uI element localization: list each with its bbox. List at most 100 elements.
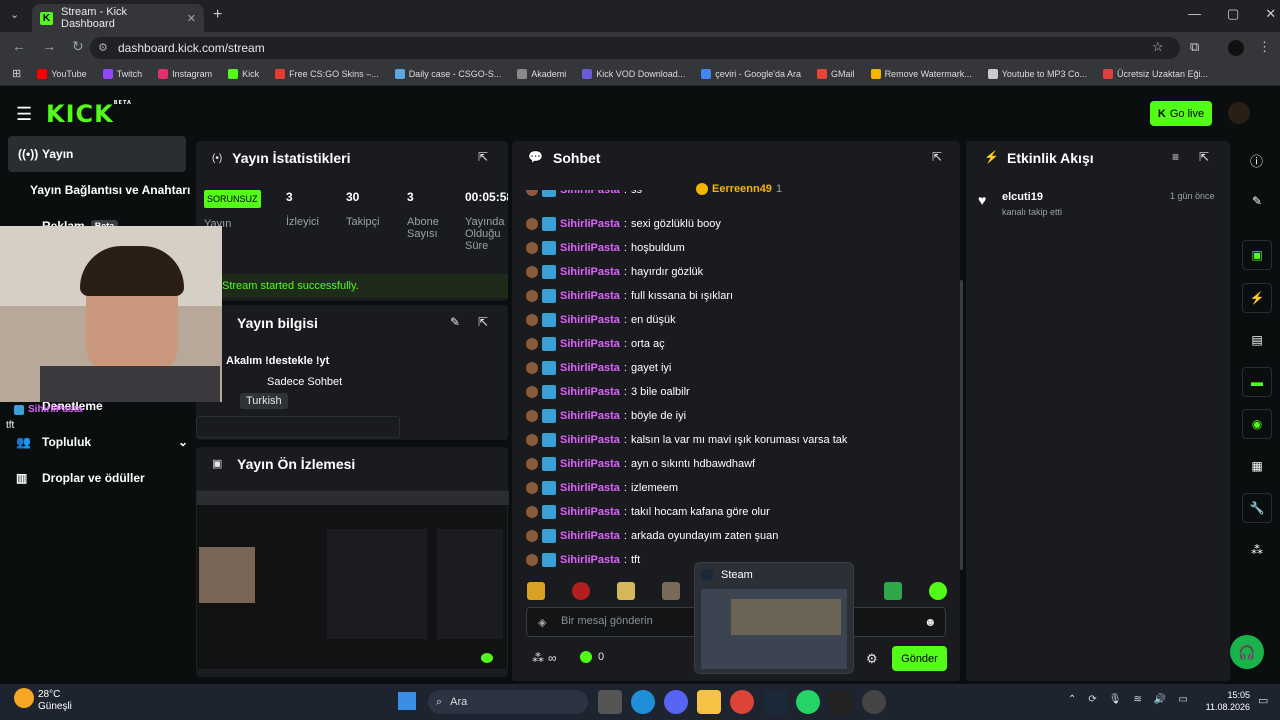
clock[interactable]: 15:05 11.08.2026 bbox=[1202, 689, 1250, 713]
infinity-icon[interactable]: ∞ bbox=[548, 651, 557, 665]
browser-tab[interactable]: K Stream - Kick Dashboard ✕ bbox=[32, 4, 204, 32]
chat-username[interactable]: SihirliPasta bbox=[560, 410, 620, 422]
chat-username[interactable]: SihirliPasta bbox=[560, 362, 620, 374]
pencil-icon[interactable]: ✎ bbox=[1242, 186, 1272, 216]
chevron-up-icon[interactable]: ⌃ bbox=[1068, 694, 1076, 705]
chat-username[interactable]: SihirliPasta bbox=[560, 242, 620, 254]
send-button[interactable]: Gönder bbox=[892, 646, 947, 671]
epic-icon[interactable] bbox=[829, 690, 853, 714]
site-info-icon[interactable]: ⚙ bbox=[98, 41, 108, 54]
activity-popout-icon[interactable]: ⇱ bbox=[1199, 150, 1209, 164]
chrome-icon[interactable] bbox=[730, 690, 754, 714]
user-avatar[interactable] bbox=[1228, 102, 1250, 124]
bookmark-item[interactable]: Akademi bbox=[517, 68, 566, 79]
broadcast-rail-icon[interactable]: ◉ bbox=[1242, 409, 1272, 439]
steam-taskbar-icon[interactable] bbox=[763, 690, 787, 714]
info-icon[interactable]: ⓘ bbox=[1250, 151, 1263, 170]
new-tab-icon[interactable]: + bbox=[213, 6, 222, 24]
chat-username[interactable]: SihirliPasta bbox=[560, 530, 620, 542]
filter-icon[interactable]: ≡ bbox=[1172, 150, 1179, 164]
bookmark-item[interactable]: Instagram bbox=[158, 68, 212, 79]
activity-user[interactable]: elcuti19 bbox=[1002, 191, 1043, 203]
bolt-icon[interactable]: ⚡ bbox=[1242, 283, 1272, 313]
emote-icon[interactable] bbox=[884, 582, 902, 600]
close-tab-icon[interactable]: ✕ bbox=[187, 12, 196, 25]
chat-username[interactable]: SihirliPasta bbox=[560, 338, 620, 350]
task-view-icon[interactable] bbox=[598, 690, 622, 714]
steam-preview-popup[interactable]: Steam bbox=[694, 562, 854, 674]
maximize-icon[interactable]: ▢ bbox=[1227, 6, 1239, 22]
edge-icon[interactable] bbox=[631, 690, 655, 714]
chat-username[interactable]: SihirliPasta bbox=[560, 554, 620, 566]
document-icon[interactable]: ▤ bbox=[1242, 325, 1272, 355]
chat-bubble-icon[interactable]: ▬ bbox=[1242, 367, 1272, 397]
kick-logo[interactable]: KICKBETA bbox=[46, 100, 132, 128]
bookmark-item[interactable]: Daily case - CSGO-S... bbox=[394, 68, 501, 79]
back-icon[interactable]: ← bbox=[12, 38, 26, 55]
menu-dots-icon[interactable]: ⋮ bbox=[1258, 39, 1271, 55]
bookmark-item[interactable]: Kick VOD Download... bbox=[582, 68, 685, 79]
hamburger-menu-icon[interactable]: ☰ bbox=[16, 104, 32, 125]
mic-icon[interactable]: 🎙 bbox=[1109, 694, 1122, 705]
kick-points[interactable]: 0 bbox=[580, 651, 604, 663]
sidebar-item-droplar[interactable]: ▥ Droplar ve ödüller bbox=[8, 460, 186, 496]
chat-settings-icon[interactable]: ⚙ bbox=[866, 651, 878, 667]
profile-avatar[interactable] bbox=[1228, 40, 1244, 56]
bookmark-star-icon[interactable]: ☆ bbox=[1152, 39, 1164, 55]
bookmark-item[interactable]: YouTube bbox=[37, 68, 87, 79]
app-icon[interactable] bbox=[862, 690, 886, 714]
bookmark-item[interactable]: Kick bbox=[228, 68, 259, 79]
apps-grid-icon[interactable]: ⊞ bbox=[12, 67, 21, 80]
explorer-icon[interactable] bbox=[697, 690, 721, 714]
bookmark-item[interactable]: Twitch bbox=[102, 68, 142, 79]
edit-icon[interactable]: ✎ bbox=[450, 315, 460, 329]
chat-username[interactable]: SihirliPasta bbox=[560, 482, 620, 494]
window-close-icon[interactable]: ✕ bbox=[1265, 6, 1276, 22]
layout-icon[interactable]: ▦ bbox=[1242, 451, 1272, 481]
extensions-icon[interactable]: ⧉ bbox=[1190, 39, 1199, 55]
chat-scrollbar[interactable] bbox=[960, 280, 963, 570]
taskbar-search[interactable]: ⌕ Ara bbox=[428, 690, 588, 714]
bookmark-item[interactable]: Ücretsiz Uzaktan Eği... bbox=[1102, 68, 1208, 79]
wrench-icon[interactable]: 🔧 bbox=[1242, 493, 1272, 523]
minimize-icon[interactable]: — bbox=[1188, 6, 1201, 22]
chat-username[interactable]: SihirliPasta bbox=[560, 386, 620, 398]
chat-username[interactable]: SihirliPasta bbox=[560, 434, 620, 446]
info-popout-icon[interactable]: ⇱ bbox=[478, 315, 488, 329]
sidebar-item-stream-key[interactable]: Yayın Bağlantısı ve Anahtarı bbox=[8, 172, 198, 208]
notification-icon[interactable]: ▭ bbox=[1258, 694, 1268, 707]
volume-icon[interactable]: 🔊 bbox=[1154, 694, 1166, 705]
chat-username[interactable]: SihirliPasta bbox=[560, 290, 620, 302]
bookmark-item[interactable]: GMail bbox=[817, 68, 855, 79]
bookmark-item[interactable]: Youtube to MP3 Co... bbox=[987, 68, 1087, 79]
popout-icon[interactable]: ⇱ bbox=[478, 150, 488, 164]
emoji-icon[interactable]: ☻ bbox=[924, 615, 937, 629]
tab-list-icon[interactable]: ⌄ bbox=[10, 8, 19, 21]
sidebar-item-yayin[interactable]: ((•)) Yayın bbox=[8, 136, 186, 172]
chat-username[interactable]: SihirliPasta bbox=[560, 266, 620, 278]
chat-popout-icon[interactable]: ⇱ bbox=[932, 150, 942, 164]
users-icon[interactable]: ⁂ bbox=[532, 651, 544, 665]
bookmark-item[interactable]: çeviri - Google'da Ara bbox=[701, 68, 801, 79]
discord-icon[interactable] bbox=[664, 690, 688, 714]
whatsapp-icon[interactable] bbox=[796, 690, 820, 714]
address-bar[interactable]: dashboard.kick.com/stream bbox=[90, 37, 1180, 59]
chat-username[interactable]: SihirliPasta bbox=[560, 314, 620, 326]
support-headset-icon[interactable]: 🎧 bbox=[1230, 635, 1264, 669]
windows-start-icon[interactable] bbox=[398, 692, 416, 710]
weather-widget[interactable]: 28°C Güneşli bbox=[38, 689, 72, 713]
sidebar-item-topluluk[interactable]: 👥 Topluluk ⌄ bbox=[8, 424, 188, 460]
wifi-icon[interactable]: ≋ bbox=[1133, 694, 1141, 705]
stream-preview-video[interactable] bbox=[196, 490, 509, 670]
screen-icon[interactable]: ▣ bbox=[1242, 240, 1272, 270]
battery-icon[interactable]: ▭ bbox=[1178, 694, 1187, 705]
go-live-button[interactable]: K Go live bbox=[1150, 101, 1212, 126]
forward-icon[interactable]: → bbox=[42, 38, 56, 55]
reload-icon[interactable]: ↻ bbox=[72, 38, 84, 55]
emote-icon[interactable] bbox=[929, 582, 947, 600]
sync-icon[interactable]: ⟳ bbox=[1088, 694, 1096, 705]
chat-username[interactable]: SihirliPasta bbox=[560, 218, 620, 230]
bookmark-item[interactable]: Remove Watermark... bbox=[870, 68, 972, 79]
emote-icon[interactable] bbox=[572, 582, 590, 600]
chat-username[interactable]: SihirliPasta bbox=[560, 458, 620, 470]
